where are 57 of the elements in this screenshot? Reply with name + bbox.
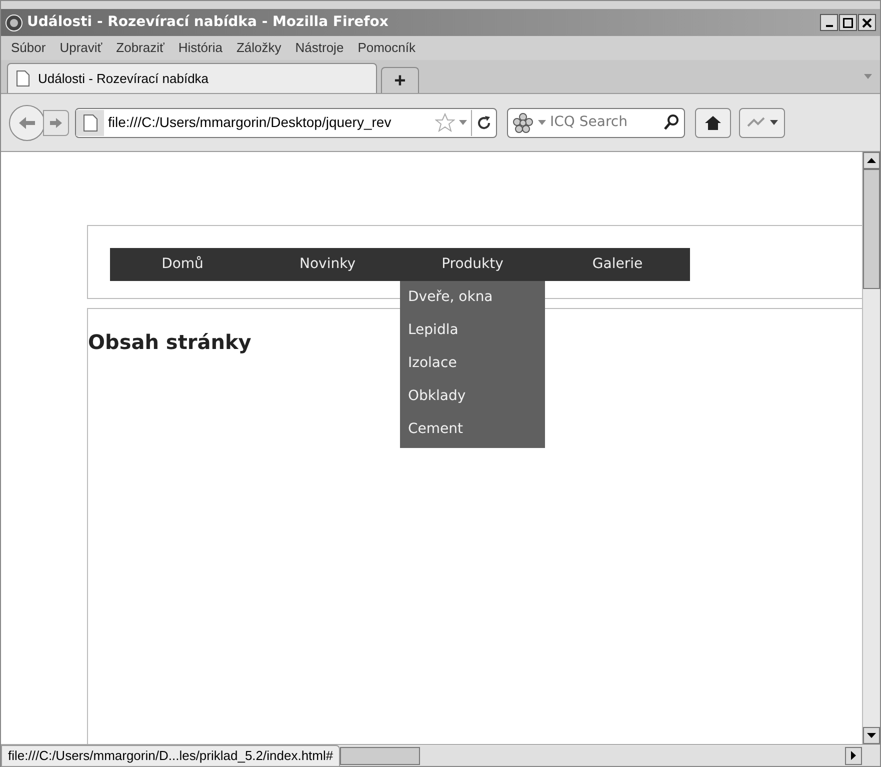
nav-link[interactable]: Novinky: [300, 254, 356, 275]
flower-icon[interactable]: [512, 112, 534, 132]
dropdown-item[interactable]: Dveře, okna: [400, 281, 545, 314]
menu-item[interactable]: Upraviť: [60, 38, 102, 58]
maximize-icon: [843, 18, 853, 28]
vertical-scrollbar[interactable]: [862, 152, 880, 744]
back-arrow-icon: [17, 114, 37, 130]
nav-link[interactable]: Produkty: [442, 254, 504, 275]
address-bar[interactable]: file:///C:/Users/mmargorin/Desktop/jquery_rev: [75, 108, 497, 138]
dropdown-item[interactable]: Cement: [400, 413, 545, 446]
menu-item[interactable]: Záložky: [236, 38, 282, 58]
page-icon: [16, 70, 30, 87]
caret-icon[interactable]: [538, 120, 546, 125]
menu-item[interactable]: Súbor: [11, 38, 46, 58]
home-button[interactable]: [695, 108, 731, 138]
maximize-button[interactable]: [839, 14, 857, 31]
browser-logo-icon: [5, 14, 23, 32]
caret-icon[interactable]: [459, 120, 467, 125]
up-arrow-icon[interactable]: [867, 158, 876, 163]
dropdown-item[interactable]: Lepidla: [400, 314, 545, 347]
page-heading: Obsah stránky: [88, 329, 252, 356]
addon-button[interactable]: [739, 108, 785, 138]
search-field[interactable]: ICQ Search: [507, 108, 685, 138]
scroll-thumb[interactable]: [340, 746, 420, 764]
close-button[interactable]: [858, 14, 876, 31]
horizontal-scrollbar[interactable]: [340, 746, 880, 766]
forward-button[interactable]: [43, 110, 69, 136]
menu-item[interactable]: Zobraziť: [116, 38, 164, 58]
back-button[interactable]: [9, 104, 45, 140]
menu-item[interactable]: Nástroje: [295, 38, 344, 58]
nav-link[interactable]: Galerie: [592, 254, 643, 275]
dropdown-item[interactable]: Izolace: [400, 347, 545, 380]
window-title: Události - Rozevírací nabídka - Mozilla Firefox: [27, 13, 390, 32]
address-text: file:///C:/Users/mmargorin/Desktop/jquery_rev: [108, 113, 392, 132]
right-arrow-icon[interactable]: [851, 751, 856, 760]
page-icon: [76, 110, 104, 136]
menu-item[interactable]: Pomocník: [358, 38, 416, 58]
star-icon[interactable]: [435, 113, 455, 132]
minimize-icon: [826, 25, 832, 27]
minimize-button[interactable]: [820, 14, 838, 31]
forward-arrow-icon: [49, 116, 63, 128]
search-icon[interactable]: [664, 114, 680, 131]
tab[interactable]: Události - Rozevírací nabídka: [7, 63, 377, 93]
home-icon: [704, 114, 722, 130]
down-arrow-icon[interactable]: [867, 733, 876, 738]
caret-icon: [770, 120, 778, 125]
reload-icon[interactable]: [476, 114, 492, 130]
scroll-thumb[interactable]: [863, 169, 880, 289]
status-text: file:///C:/Users/mmargorin/D...les/priklad_5.2/index.html#: [1, 744, 340, 766]
dropdown-item[interactable]: Obklady: [400, 380, 545, 413]
nav-link[interactable]: Domů: [162, 254, 204, 275]
tab-list-icon[interactable]: [864, 74, 872, 79]
search-placeholder: ICQ Search: [550, 113, 628, 132]
close-icon: [862, 18, 872, 28]
zigzag-icon: [746, 116, 766, 130]
menu-item[interactable]: História: [178, 38, 222, 58]
new-tab-button[interactable]: +: [381, 67, 419, 93]
